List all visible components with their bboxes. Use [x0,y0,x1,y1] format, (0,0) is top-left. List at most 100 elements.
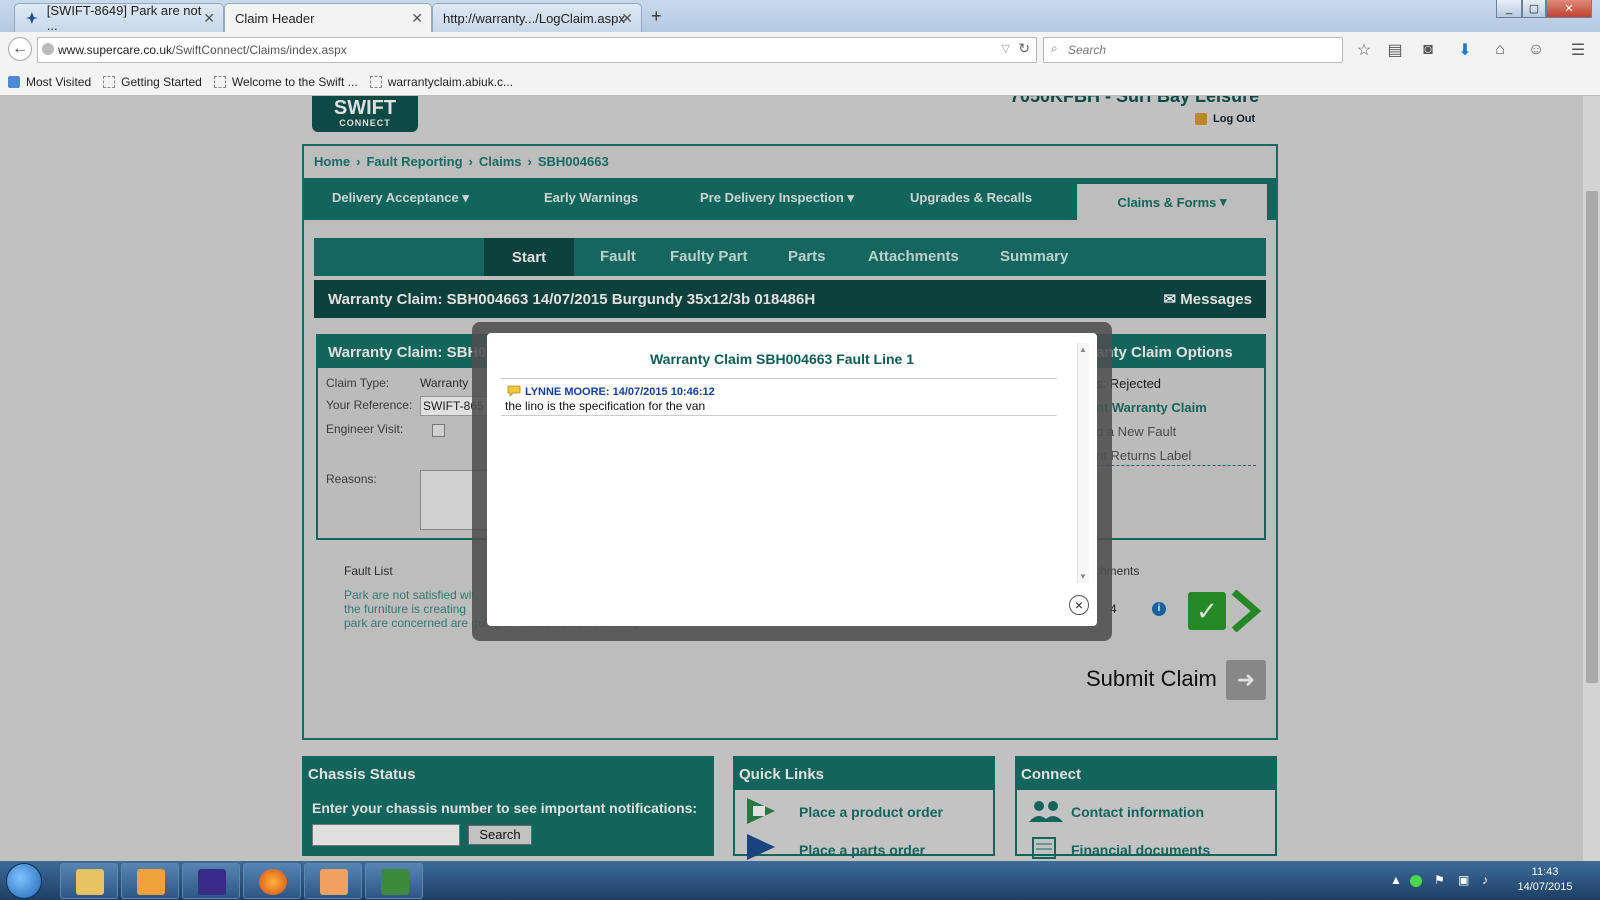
scroll-down-icon[interactable]: ▼ [1079,572,1087,581]
flag-icon[interactable]: ⚑ [1434,873,1445,887]
step-summary[interactable]: Summary [1000,248,1068,265]
clock[interactable]: 11:43 14/07/2015 [1510,865,1580,895]
nav-upgrades-recalls[interactable]: Upgrades & Recalls [910,190,1032,205]
taskbar-outlook[interactable] [121,863,179,899]
nav-early-warnings[interactable]: Early Warnings [544,190,638,205]
bookmark-welcome-swift[interactable]: Welcome to the Swift ... [213,75,358,89]
panel-title: anty Claim Options [1086,336,1264,368]
search-icon: ⌕ [1051,41,1058,55]
taskbar-explorer[interactable] [60,863,118,899]
taskbar-calendar[interactable] [182,863,240,899]
close-tab-icon[interactable]: ✕ [203,10,215,27]
breadcrumb: Home › Fault Reporting › Claims › SBH004663 [314,154,609,169]
tab-claim-header[interactable]: Claim Header ✕ [224,3,432,32]
engineer-visit-checkbox[interactable] [432,424,445,437]
folder-icon [76,869,104,895]
volume-icon[interactable]: ♪ [1482,873,1488,887]
home-icon[interactable]: ⌂ [1490,40,1510,60]
bookmark-warrantyclaim[interactable]: warrantyclaim.abiuk.c... [369,75,513,89]
info-icon[interactable]: i [1152,602,1166,616]
search-input[interactable]: ⌕ Search [1043,37,1343,63]
back-arrow-icon[interactable]: ← [8,37,32,61]
url-bar[interactable]: www.supercare.co.uk/SwiftConnect/Claims/… [37,37,1037,63]
place-parts-order-link[interactable]: Place a parts order [799,842,925,858]
chat-icon[interactable]: ☺ [1526,40,1546,60]
arrow-right-icon: ➜ [1236,667,1256,692]
step-attachments[interactable]: Attachments [868,248,959,265]
tab-label: [SWIFT-8649] Park are not ... [46,3,202,33]
show-hidden-icons[interactable]: ▲ [1390,873,1402,887]
sage-icon [381,869,409,895]
taskbar-sage[interactable] [365,863,423,899]
globe-icon [42,43,54,55]
place-product-order-link[interactable]: Place a product order [799,804,943,820]
new-tab-button[interactable]: + [651,6,662,27]
tab-label: Claim Header [235,10,315,26]
chassis-search-button[interactable]: Search [468,825,532,845]
nav-pre-delivery-inspection[interactable]: Pre Delivery Inspection ▾ [700,190,854,206]
contact-information-link[interactable]: Contact information [1071,804,1204,820]
nav-claims-forms[interactable]: Claims & Forms ▾ [1077,184,1267,220]
modal-scrollbar[interactable]: ▲ ▼ [1077,343,1089,583]
minimize-button[interactable]: _ [1496,0,1522,18]
menu-icon[interactable]: ☰ [1568,40,1588,60]
taskbar-firefox[interactable] [243,863,301,899]
page-scrollbar[interactable] [1582,96,1600,861]
pocket-icon[interactable]: ◙ [1418,40,1438,60]
check-icon: ✓ [1196,596,1218,626]
connect-box: Connect Contact information Financial do… [1015,756,1277,859]
approve-check-button[interactable]: ✓ [1188,592,1226,630]
submit-claim-button[interactable]: ➜ [1226,660,1266,700]
bookmark-label: Most Visited [26,74,92,89]
close-tab-icon[interactable]: ✕ [621,10,633,27]
close-window-button[interactable]: ✕ [1546,0,1592,18]
breadcrumb-fault-reporting[interactable]: Fault Reporting [366,154,462,169]
logout-label: Log Out [1213,113,1256,125]
chassis-number-input[interactable] [312,824,460,846]
status-icon[interactable] [1410,875,1422,887]
taskbar-users[interactable] [304,863,362,899]
next-arrow-icon[interactable] [1230,590,1262,632]
nav-label: Claims & Forms [1117,194,1217,210]
dropdown-icon[interactable]: ▽ [1002,42,1010,55]
start-button[interactable] [6,863,42,899]
logout-link[interactable]: Log Out [1195,113,1256,126]
step-fault[interactable]: Fault [600,248,636,265]
network-icon[interactable]: ▣ [1458,873,1469,887]
breadcrumb-home[interactable]: Home [314,154,350,169]
quick-links-box: Quick Links Place a product order Place … [733,756,995,860]
outlook-icon [137,869,165,895]
print-returns-label-link[interactable]: nt Returns Label [1096,448,1256,466]
modal-close-button[interactable]: × [1069,595,1089,615]
divider [501,378,1057,379]
maximize-button[interactable]: ▢ [1522,0,1546,18]
close-tab-icon[interactable]: ✕ [411,10,423,27]
scroll-up-icon[interactable]: ▲ [1079,345,1087,354]
step-start[interactable]: Start [484,238,574,276]
submit-claim-label[interactable]: Submit Claim [1086,666,1217,692]
search-placeholder: Search [1068,43,1107,57]
nav-delivery-acceptance[interactable]: Delivery Acceptance ▾ [332,190,469,206]
financial-documents-link[interactable]: Financial documents [1071,842,1210,858]
swift-connect-logo[interactable]: SWIFT CONNECT [312,96,418,132]
breadcrumb-claim-id[interactable]: SBH004663 [538,154,609,169]
download-icon[interactable]: ⬇ [1455,40,1475,60]
star-icon[interactable]: ☆ [1354,40,1374,60]
fault-list-header: Fault List [344,564,393,578]
reload-icon[interactable]: ↻ [1018,40,1030,57]
reading-list-icon[interactable]: ▤ [1385,40,1405,60]
documents-icon [1032,837,1056,859]
page-icon [213,75,226,88]
bookmark-most-visited[interactable]: Most Visited [8,75,91,89]
tab-swift-8649[interactable]: [SWIFT-8649] Park are not ... ✕ [14,3,224,33]
bookmark-getting-started[interactable]: Getting Started [103,75,202,89]
windows-taskbar: ▲ ⚑ ▣ ♪ 11:43 14/07/2015 [0,861,1600,900]
browser-nav-bar: ← www.supercare.co.uk/SwiftConnect/Claim… [0,32,1600,68]
breadcrumb-claims[interactable]: Claims [479,154,522,169]
print-warranty-claim-link[interactable]: nt Warranty Claim [1096,400,1207,415]
tab-logclaim[interactable]: http://warranty.../LogClaim.aspx ✕ [432,3,642,32]
step-parts[interactable]: Parts [788,248,826,265]
messages-link[interactable]: ✉ Messages [1164,290,1252,308]
page-scrollbar-thumb[interactable] [1586,191,1598,683]
step-faulty-part[interactable]: Faulty Part [670,248,748,265]
